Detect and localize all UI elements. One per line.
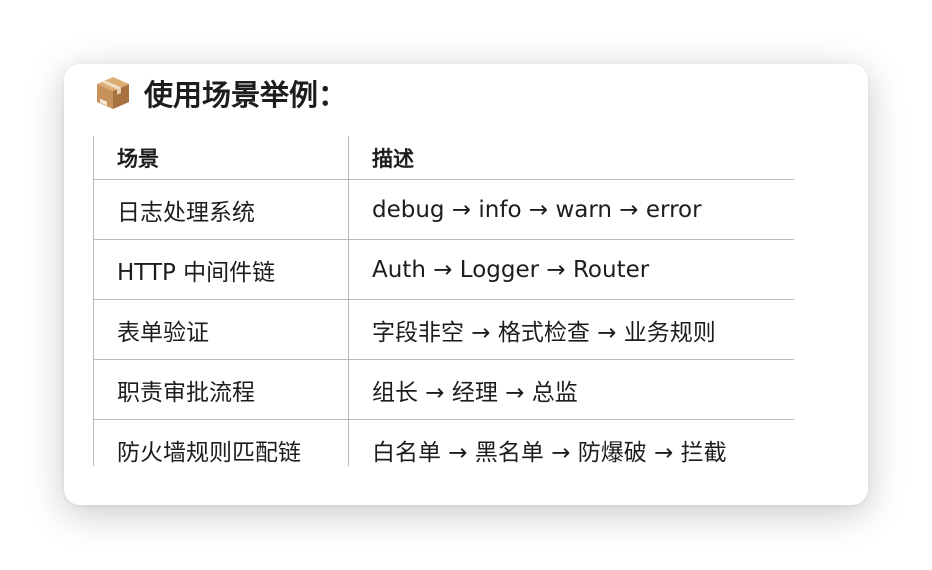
table-row: 防火墙规则匹配链 白名单 → 黑名单 → 防爆破 → 拦截 [93,419,794,466]
table-header-row: 场景 描述 [93,136,794,180]
scenario-cell: 防火墙规则匹配链 [93,419,349,466]
table-row: HTTP 中间件链 Auth → Logger → Router [93,239,794,300]
description-cell: debug → info → warn → error [348,179,794,240]
section-title: 使用场景举例： [144,78,348,112]
description-cell: 字段非空 → 格式检查 → 业务规则 [348,299,794,360]
scenario-table: 场景 描述 日志处理系统 debug → info → warn → error… [93,136,794,466]
column-header-scenario: 场景 [93,136,349,180]
description-cell: 白名单 → 黑名单 → 防爆破 → 拦截 [348,419,794,466]
package-icon [94,74,132,112]
table-row: 日志处理系统 debug → info → warn → error [93,179,794,240]
scenario-table-container: 场景 描述 日志处理系统 debug → info → warn → error… [93,136,794,466]
description-cell: Auth → Logger → Router [348,239,794,300]
section-heading: 使用场景举例： [94,68,347,118]
column-header-description: 描述 [348,136,794,180]
scenario-cell: 职责审批流程 [93,359,349,420]
scenario-cell: 日志处理系统 [93,179,349,240]
table-row: 表单验证 字段非空 → 格式检查 → 业务规则 [93,299,794,360]
scenario-cell: HTTP 中间件链 [93,239,349,300]
content-card: 使用场景举例： 场景 描述 日志处理系统 debug → info → warn… [64,64,868,505]
scenario-cell: 表单验证 [93,299,349,360]
description-cell: 组长 → 经理 → 总监 [348,359,794,420]
table-row: 职责审批流程 组长 → 经理 → 总监 [93,359,794,420]
